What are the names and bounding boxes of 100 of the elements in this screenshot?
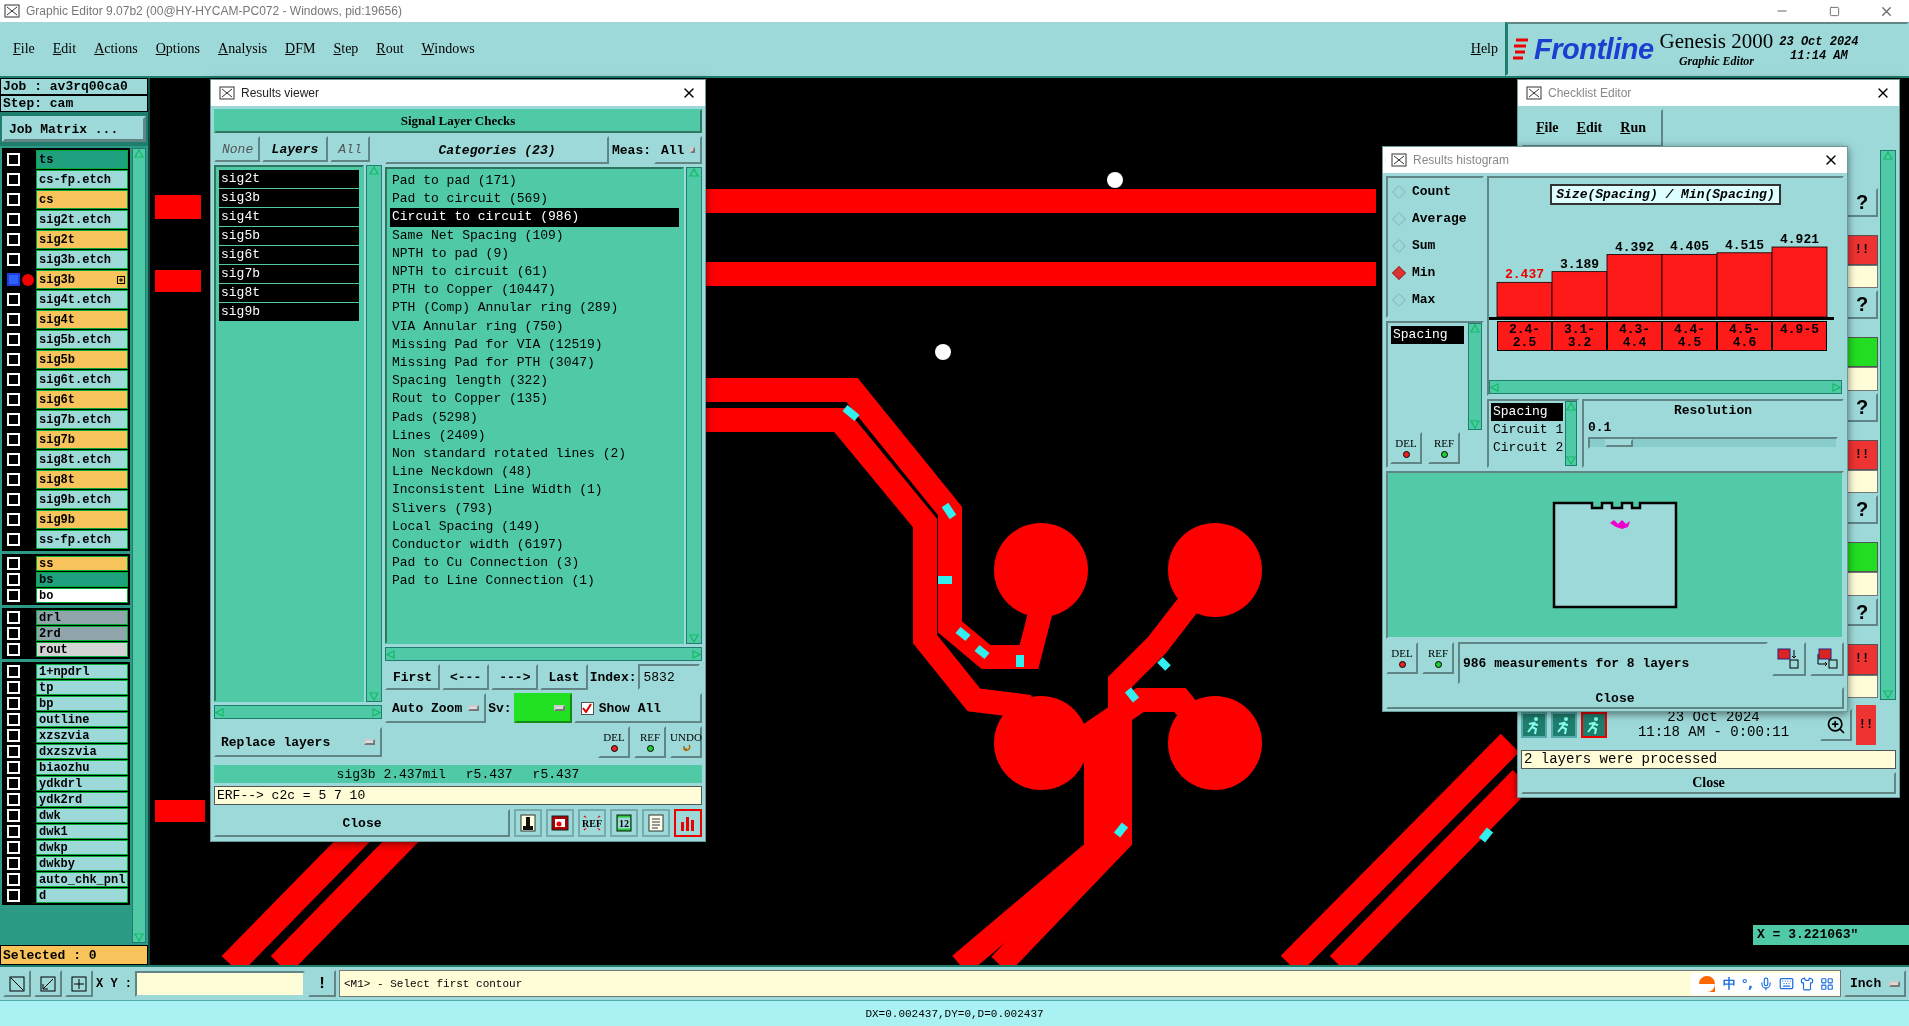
layer-name[interactable]: sig2t: [36, 230, 128, 249]
radio-option[interactable]: Sum: [1388, 232, 1482, 259]
category-item[interactable]: Line Neckdown (48): [390, 463, 679, 482]
replace-layers-dropdown[interactable]: Replace layers: [214, 727, 382, 757]
categories-button[interactable]: Categories (23): [385, 136, 609, 164]
menu-item[interactable]: Options: [148, 39, 208, 59]
color-dropdown[interactable]: [513, 693, 572, 723]
delete-button[interactable]: DEL: [1386, 642, 1418, 674]
category-item[interactable]: VIA Annular ring (750): [390, 317, 679, 336]
layer-name[interactable]: sig9b: [36, 510, 128, 529]
menu-item[interactable]: Windows: [414, 39, 482, 59]
run-icon[interactable]: [1551, 712, 1577, 738]
layer-name[interactable]: sig4t.etch: [36, 290, 128, 309]
reference-button[interactable]: REF: [1422, 642, 1454, 674]
category-item[interactable]: NPTH to pad (9): [390, 244, 679, 263]
meas-dropdown[interactable]: All: [654, 136, 702, 164]
radio-option[interactable]: Average: [1388, 205, 1482, 232]
reference-button[interactable]: REF: [1428, 432, 1460, 464]
category-item[interactable]: Rout to Copper (135): [390, 390, 679, 409]
xy-input-field[interactable]: [135, 970, 305, 997]
layer-name[interactable]: sig4t: [36, 310, 128, 329]
layer-name[interactable]: tp: [36, 680, 128, 695]
radio-option[interactable]: Count: [1388, 178, 1482, 205]
navigation-button[interactable]: Last: [540, 664, 588, 690]
tool-button[interactable]: [514, 809, 542, 837]
layer-list-item[interactable]: sig4t: [219, 208, 359, 226]
menu-item[interactable]: Step: [326, 39, 366, 59]
field-item[interactable]: Circuit 2: [1491, 439, 1563, 457]
resolution-slider[interactable]: [1588, 437, 1838, 449]
layer-list-item[interactable]: sig2t: [219, 170, 359, 188]
menu-item[interactable]: File: [1529, 118, 1566, 138]
layer-name[interactable]: dwkby: [36, 856, 128, 871]
layer-name[interactable]: ss-fp.etch: [36, 530, 128, 549]
close-button[interactable]: Close: [214, 809, 510, 837]
category-item[interactable]: PTH (Comp) Annular ring (289): [390, 299, 679, 318]
tool-button[interactable]: [546, 809, 574, 837]
category-item[interactable]: Pad to Cu Connection (3): [390, 554, 679, 573]
layer-name[interactable]: dwk1: [36, 824, 128, 839]
layer-name[interactable]: sig3b.etch: [36, 250, 128, 269]
layer-name[interactable]: bs: [36, 572, 128, 587]
slider-thumb[interactable]: [1604, 439, 1633, 447]
run-icon[interactable]: [1521, 712, 1547, 738]
help-button[interactable]: ?: [1846, 290, 1878, 320]
layer-name[interactable]: 1+npdrl: [36, 664, 128, 679]
layer-name[interactable]: drl: [36, 610, 128, 625]
layer-list-item[interactable]: sig7b: [219, 265, 359, 283]
layer-list-item[interactable]: sig8t: [219, 284, 359, 302]
category-item[interactable]: Lines (2409): [390, 426, 679, 446]
layer-name[interactable]: sig5b: [36, 350, 128, 369]
menu-item[interactable]: Run: [1613, 118, 1653, 138]
run-icon[interactable]: [1581, 712, 1607, 738]
layer-filter-button[interactable]: All: [330, 136, 370, 162]
layer-list-item[interactable]: sig5b: [219, 227, 359, 245]
layer-name[interactable]: d: [36, 888, 128, 903]
layer-name[interactable]: sig2t.etch: [36, 210, 128, 229]
layer-name[interactable]: sig7b.etch: [36, 410, 128, 429]
help-button[interactable]: ?: [1846, 597, 1878, 627]
layer-name[interactable]: sig5b.etch: [36, 330, 128, 349]
menu-item[interactable]: Analysis: [211, 39, 275, 59]
layer-name[interactable]: sig7b: [36, 430, 128, 449]
maximize-icon[interactable]: [1828, 5, 1840, 17]
close-button[interactable]: Close: [1386, 687, 1844, 709]
layer-name[interactable]: rout: [36, 642, 128, 657]
layer-name[interactable]: sig9b.etch: [36, 490, 128, 509]
delete-button[interactable]: DEL: [1390, 432, 1422, 464]
category-item[interactable]: Non standard rotated lines (2): [390, 445, 679, 464]
layer-name[interactable]: sig6t: [36, 390, 128, 409]
measure-item[interactable]: Spacing: [1391, 326, 1464, 344]
tool-button[interactable]: REF: [578, 809, 606, 837]
reference-button[interactable]: REF: [634, 726, 666, 758]
layer-name[interactable]: ss: [36, 556, 128, 571]
layer-list-item[interactable]: sig9b: [219, 303, 359, 321]
category-item[interactable]: Circuit to circuit (986): [390, 208, 679, 227]
tool-button[interactable]: 12: [610, 809, 638, 837]
layer-checkbox[interactable]: [7, 273, 20, 286]
navigation-button[interactable]: <---: [442, 664, 490, 690]
field-item[interactable]: Circuit 1: [1491, 421, 1563, 439]
layer-list-item[interactable]: sig6t: [219, 246, 359, 264]
category-item[interactable]: Missing Pad for VIA (12519): [390, 335, 679, 355]
category-item[interactable]: Inconsistent Line Width (1): [390, 481, 679, 500]
layer-name[interactable]: ydk2rd: [36, 792, 128, 807]
undo-button[interactable]: UNDO: [670, 726, 702, 758]
menu-item[interactable]: File: [6, 39, 42, 59]
category-item[interactable]: PTH to Copper (10447): [390, 281, 679, 300]
layer-list-item[interactable]: sig3b: [219, 189, 359, 207]
navigation-button[interactable]: First: [385, 664, 440, 690]
job-matrix-button[interactable]: Job Matrix ...: [2, 116, 146, 142]
layer-filter-button[interactable]: Layers: [262, 136, 328, 162]
layer-name[interactable]: sig8t.etch: [36, 450, 128, 469]
index-field[interactable]: 5832: [638, 664, 701, 690]
menu-item[interactable]: Edit: [1569, 118, 1610, 138]
field-item[interactable]: Spacing: [1491, 403, 1563, 421]
layer-name[interactable]: cs: [36, 190, 128, 209]
layer-name[interactable]: cs-fp.etch: [36, 170, 128, 189]
alert-button[interactable]: !: [308, 970, 336, 997]
category-item[interactable]: Spacing length (322): [390, 372, 679, 391]
category-item[interactable]: Missing Pad for PTH (3047): [390, 354, 679, 373]
radio-option[interactable]: Max: [1388, 286, 1482, 313]
zoom-mode-dropdown[interactable]: Auto Zoom: [385, 693, 487, 723]
category-item[interactable]: Local Spacing (149): [390, 517, 679, 537]
